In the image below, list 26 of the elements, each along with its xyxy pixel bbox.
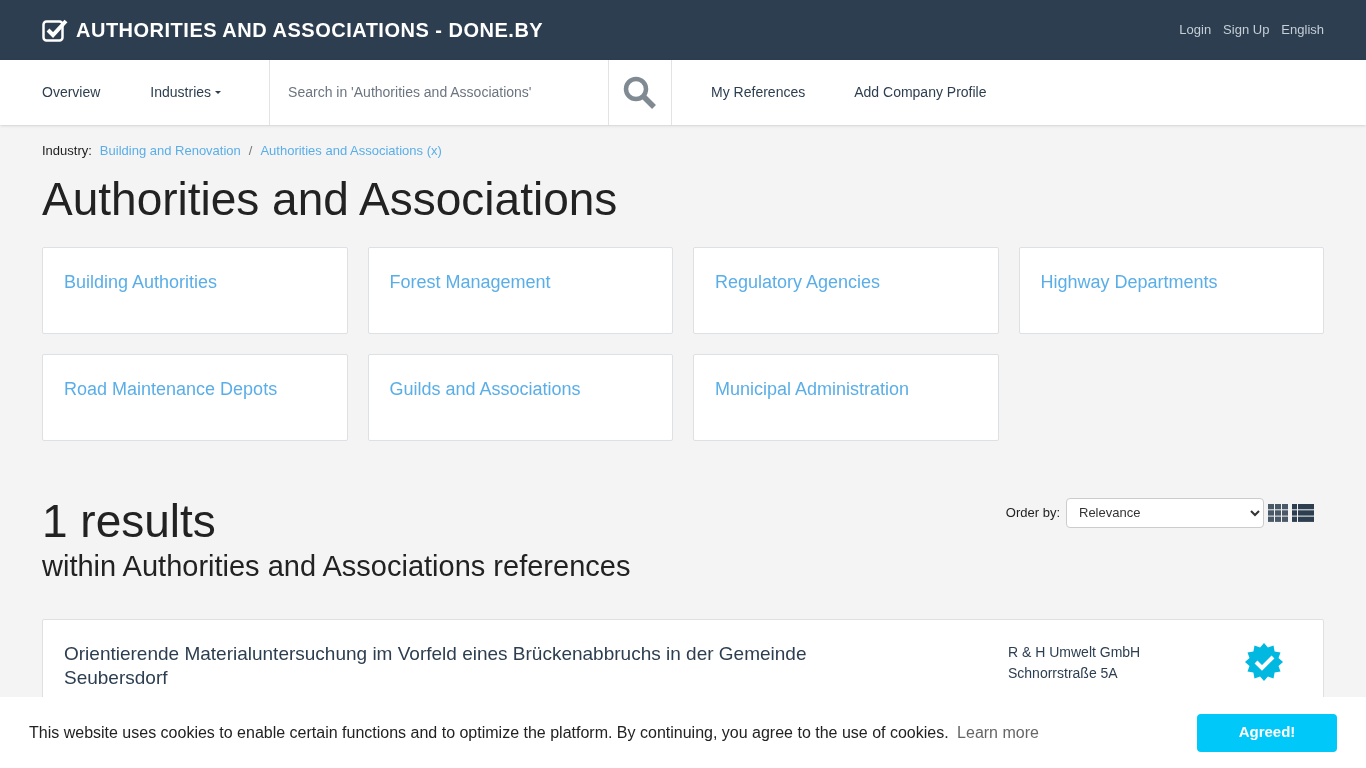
company-address-line: Schnorrstraße 5A <box>1008 663 1119 683</box>
nav-item[interactable]: My References <box>711 60 806 125</box>
order-label: Order by: <box>1005 503 1060 522</box>
page-title: Authorities and Associations <box>42 171 619 227</box>
order-select[interactable]: Relevance <box>1066 497 1264 528</box>
checkbox-logo-icon <box>42 18 68 42</box>
header-link[interactable]: Login <box>1179 20 1212 40</box>
verified-badge-icon <box>1244 641 1284 682</box>
nav-item[interactable]: Industries <box>150 60 222 125</box>
results-count: 1 results <box>42 495 217 546</box>
site-title[interactable]: AUTHORITIES AND ASSOCIATIONS - DONE.BY <box>76 15 544 45</box>
breadcrumb-label: Industry: <box>42 142 92 160</box>
nav-item[interactable]: Overview <box>42 60 101 125</box>
result-title[interactable]: Orientierende Materialuntersuchung im Vorfeld eines Brückenabbruchs in der Gemeinde Seubersdorf <box>64 641 904 690</box>
breadcrumb-separator: / <box>248 142 253 160</box>
learn-more-link[interactable]: Learn more <box>957 723 1039 741</box>
search-field[interactable]: Search in 'Authorities and Associations' <box>269 60 610 125</box>
search-icon <box>623 75 658 110</box>
nav-item[interactable]: Add Company Profile <box>854 60 987 125</box>
grid-view-icon[interactable] <box>1268 503 1288 522</box>
header-link[interactable]: English <box>1281 20 1324 40</box>
cookie-message: This website uses cookies to enable certain functions and to optimize the platform. By continuing, you agree to the use of cookies. Learn more <box>29 722 1039 743</box>
header-link[interactable]: Sign Up <box>1223 20 1270 40</box>
company-address-line: R & H Umwelt GmbH <box>1008 642 1142 662</box>
list-view-icon[interactable] <box>1292 503 1314 522</box>
results-subtitle: within Authorities and Associations references <box>42 548 631 584</box>
